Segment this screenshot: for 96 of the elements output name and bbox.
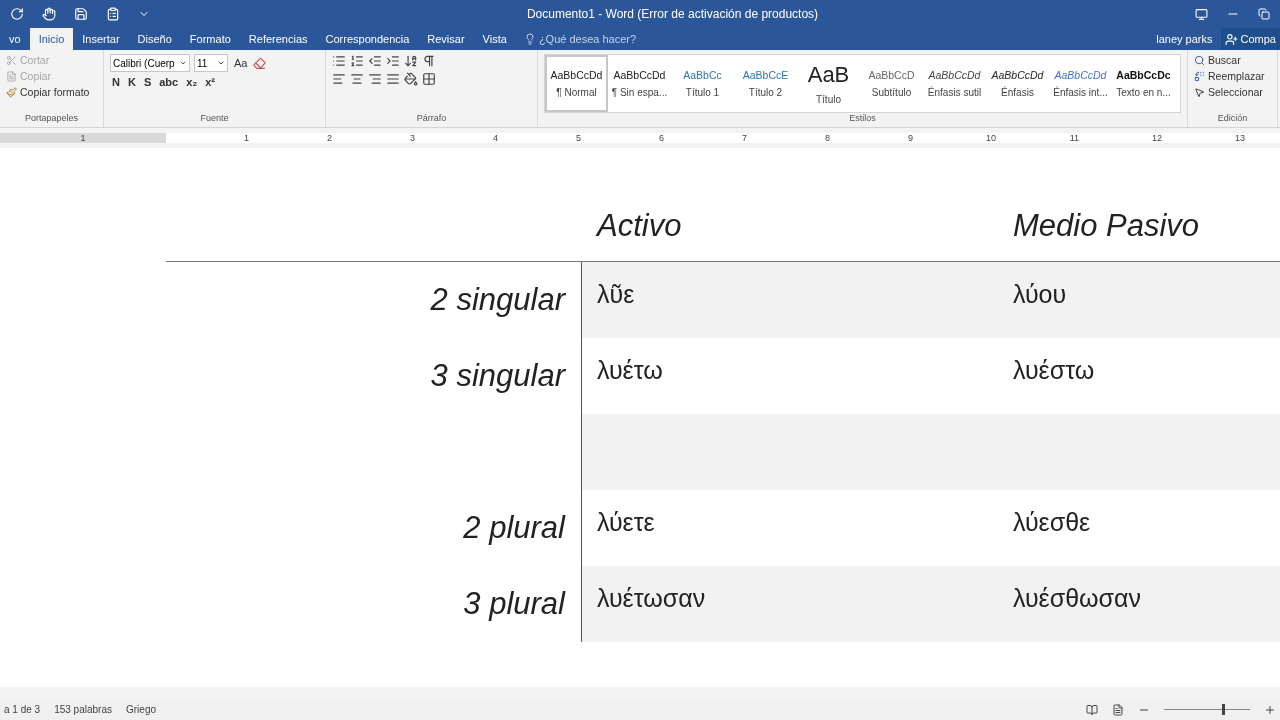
ruler-number: 5 — [575, 133, 581, 143]
print-layout-icon[interactable] — [1112, 703, 1124, 716]
window-title: Documento1 - Word (Error de activación de productos) — [525, 7, 820, 21]
ribbon-tab[interactable]: Revisar — [418, 28, 474, 50]
read-mode-icon[interactable] — [1086, 703, 1098, 716]
ribbon-tab[interactable]: Formato — [180, 28, 240, 50]
ribbon-tab[interactable]: Referencias — [239, 28, 317, 50]
format-button[interactable]: abc — [157, 76, 181, 88]
plus-icon[interactable] — [1264, 703, 1276, 716]
clipboard-button[interactable]: Copiar formato — [6, 86, 97, 98]
format-button[interactable]: x² — [203, 76, 217, 88]
ruler-number: 12 — [1151, 133, 1162, 143]
ruler-number: 6 — [658, 133, 664, 143]
numbering-icon[interactable] — [350, 54, 364, 68]
user-name[interactable]: laney parks — [1148, 28, 1221, 50]
ruler-number: 1 — [243, 133, 249, 143]
status-text[interactable]: a 1 de 3 — [4, 704, 41, 715]
ribbon-tab[interactable]: Correspondencia — [316, 28, 419, 50]
person-plus-icon — [1224, 32, 1238, 46]
align-center-icon[interactable] — [350, 72, 364, 86]
ruler-number: 11 — [1068, 133, 1079, 143]
ruler-number: 10 — [985, 133, 996, 143]
group-label: Portapapeles — [23, 113, 79, 125]
pointer-icon — [1194, 86, 1205, 98]
ribbon-tab[interactable]: Inicio — [29, 28, 74, 50]
search-icon — [1194, 54, 1205, 66]
style-option[interactable]: AaBbCc Título 1 — [671, 55, 734, 112]
editing-button[interactable]: Reemplazar — [1194, 70, 1271, 82]
bullets-icon[interactable] — [332, 54, 346, 68]
caret-icon — [179, 59, 187, 67]
ruler-number: 9 — [907, 133, 913, 143]
borders-icon[interactable] — [422, 72, 436, 86]
change-case-button[interactable]: Aa — [232, 57, 250, 69]
scissors-icon — [6, 54, 17, 66]
editing-button[interactable]: Seleccionar — [1194, 86, 1271, 98]
align-right-icon[interactable] — [368, 72, 382, 86]
clipboard-icon[interactable] — [106, 7, 120, 21]
ribbon-tab[interactable]: Insertar — [73, 28, 129, 50]
editing-button[interactable]: Buscar — [1194, 54, 1271, 66]
caret-icon — [217, 59, 225, 67]
ruler-number: 4 — [492, 133, 498, 143]
pilcrow-icon[interactable] — [422, 54, 436, 68]
save-icon[interactable] — [74, 7, 88, 21]
eraser-icon[interactable] — [253, 56, 267, 70]
paintbrush-icon — [6, 86, 17, 98]
style-option[interactable]: AaBbCcDd Énfasis sutil — [923, 55, 986, 112]
style-option[interactable]: AaBbCcDd Énfasis int... — [1049, 55, 1112, 112]
tell-me-field[interactable]: ¿Qué desea hacer? — [515, 28, 645, 50]
status-text[interactable]: 153 palabras — [54, 704, 112, 715]
font-name-field[interactable]: Calibri (Cuerp — [110, 54, 190, 72]
style-option[interactable]: AaBbCcDd ¶ Sin espa... — [608, 55, 671, 112]
column-header: Activo — [594, 206, 683, 245]
redo-icon[interactable] — [10, 7, 24, 21]
shading-icon[interactable] — [404, 72, 418, 86]
ruler-number: 2 — [326, 133, 332, 143]
style-option[interactable]: AaBbCcDd Énfasis — [986, 55, 1049, 112]
column-header: Medio Pasivo — [1012, 206, 1201, 245]
ribbon-tab[interactable]: vo — [0, 28, 30, 50]
table-cell: λῦε — [582, 262, 998, 338]
ribbon-tab[interactable]: Vista — [473, 28, 516, 50]
style-option[interactable]: AaBbCcD Subtítulo — [860, 55, 923, 112]
align-left-icon[interactable] — [332, 72, 346, 86]
ruler-number: 8 — [824, 133, 830, 143]
ruler-number: 1 — [80, 133, 86, 143]
lightbulb-icon — [523, 33, 536, 45]
indent-increase-icon[interactable] — [386, 54, 400, 68]
format-button[interactable]: S — [141, 76, 154, 88]
format-button[interactable]: x₂ — [184, 76, 200, 88]
restore-icon[interactable] — [1258, 8, 1270, 20]
font-size-field[interactable]: 11 — [194, 54, 228, 72]
ribbon-display-icon[interactable] — [1195, 7, 1208, 21]
table-cell: λύου — [998, 262, 1280, 338]
ruler-number: 13 — [1234, 133, 1245, 143]
style-option[interactable]: AaBbCcDd ¶ Normal — [545, 55, 608, 112]
justify-icon[interactable] — [386, 72, 400, 86]
touch-mode-icon[interactable] — [42, 7, 56, 21]
replace-icon — [1194, 70, 1205, 82]
style-option[interactable]: AaBbCcE Título 2 — [734, 55, 797, 112]
ruler-number: 7 — [741, 133, 747, 143]
group-label: Fuente — [199, 113, 230, 125]
share-button[interactable]: Compa — [1220, 28, 1280, 50]
group-label: Edición — [1216, 113, 1249, 125]
table-cell: λυέτωσαν — [582, 566, 998, 642]
indent-decrease-icon[interactable] — [368, 54, 382, 68]
group-label: Párrafo — [415, 113, 448, 125]
ribbon-tab[interactable]: Diseño — [128, 28, 181, 50]
format-button[interactable]: K — [125, 76, 138, 88]
group-label: Estilos — [848, 113, 877, 125]
format-button[interactable]: N — [110, 76, 122, 88]
sort-icon[interactable] — [404, 54, 418, 68]
table-cell: λυέσθωσαν — [998, 566, 1280, 642]
status-text[interactable]: Griego — [126, 704, 156, 715]
style-option[interactable]: AaBbCcDc Texto en n... — [1112, 55, 1175, 112]
ruler-number: 3 — [409, 133, 415, 143]
copy-icon — [6, 70, 17, 82]
style-option[interactable]: AaB Título — [797, 55, 860, 112]
